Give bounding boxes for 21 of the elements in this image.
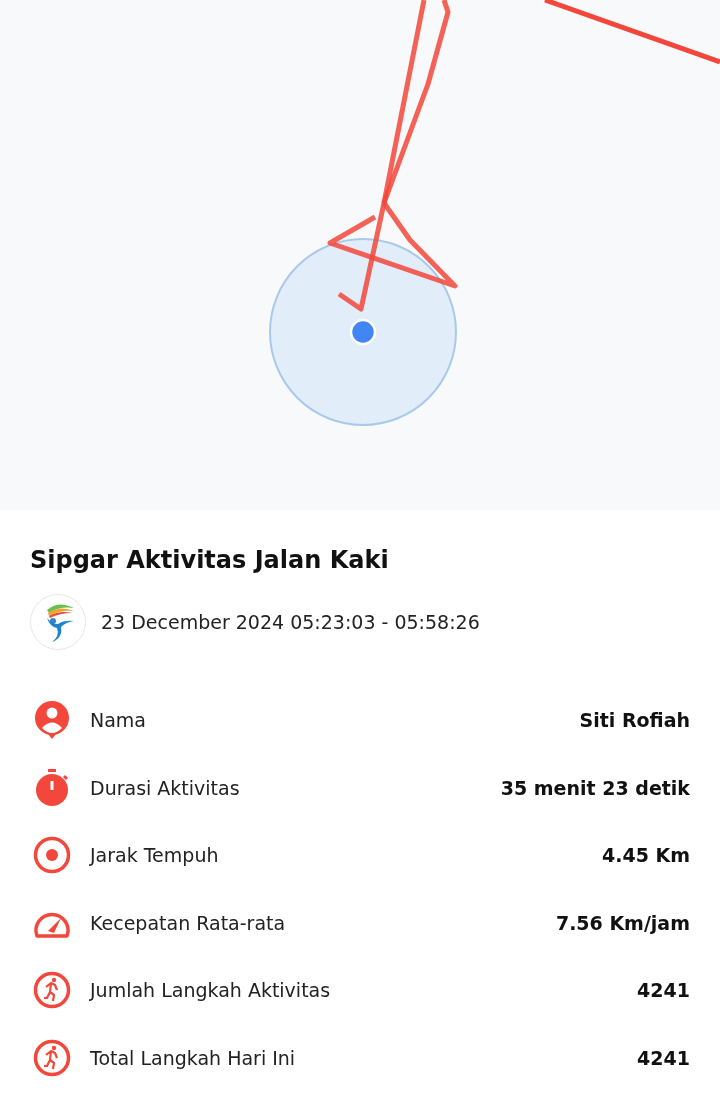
person-pin-icon	[32, 700, 72, 740]
stat-label: Kecepatan Rata-rata	[90, 911, 287, 934]
stat-value: 4.45 Km	[602, 844, 690, 866]
logo-icon	[30, 594, 86, 650]
stat-value: Siti Rofiah	[579, 709, 690, 731]
stat-label: Jarak Tempuh	[90, 844, 220, 866]
runner-icon	[32, 970, 72, 1010]
target-icon	[32, 835, 72, 875]
location-dot	[349, 318, 377, 346]
stat-value: 35 menit 23 detik	[500, 776, 690, 799]
stat-label: Jumlah Langkah Aktivitas	[90, 979, 332, 1001]
stat-value: 4241	[637, 1046, 690, 1069]
map[interactable]	[0, 0, 720, 510]
stat-label: Nama	[90, 709, 147, 731]
activity-datetime: 23 December 2024 05:23:03 - 05:58:26	[101, 611, 480, 633]
stat-label: Durasi Aktivitas	[90, 776, 241, 799]
runner-icon	[32, 1037, 72, 1078]
stat-label: Total Langkah Hari Ini	[90, 1046, 297, 1069]
activity-title: Sipgar Aktivitas Jalan Kaki	[30, 545, 390, 576]
stat-value: 7.56 Km/jam	[555, 911, 690, 934]
stat-value: 4241	[637, 979, 690, 1001]
